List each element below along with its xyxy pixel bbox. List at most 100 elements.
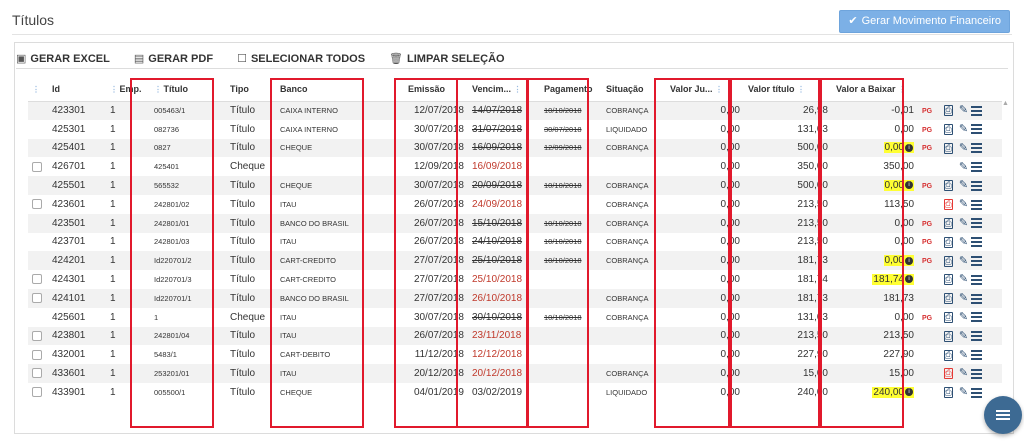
row-menu-icon[interactable] [970,235,982,249]
row-menu-icon[interactable] [970,329,982,343]
pdf-icon[interactable]: ⎙ [943,124,953,136]
row-menu-icon[interactable] [970,122,982,136]
edit-icon[interactable]: ✎ [959,386,968,398]
row-select-cell[interactable] [28,364,48,383]
pg-badge[interactable]: PG [922,221,932,228]
row-checkbox[interactable] [32,293,42,304]
table-row[interactable]: 425601 1 1 Cheque ITAU 30/07/2018 30/10/2018 10… [28,307,1003,327]
header-vencimento[interactable]: Vencim... ⋮ [468,77,540,102]
row-menu-icon[interactable] [970,292,982,306]
header-emissao[interactable]: Emissão [404,77,468,102]
pdf-icon[interactable]: ⎙ [943,255,953,267]
row-select-cell[interactable] [28,307,48,327]
edit-icon[interactable]: ✎ [959,236,968,248]
row-select-cell[interactable] [28,176,48,195]
row-select-cell[interactable] [28,270,48,289]
pdf-icon[interactable]: ⎙ [943,218,953,229]
header-situacao[interactable]: Situação [602,77,666,102]
info-icon[interactable]: i [905,256,913,265]
header-valor-juros[interactable]: Valor Ju... ⋮ [666,77,744,102]
row-select-cell[interactable] [28,101,48,120]
row-menu-icon[interactable] [970,160,982,174]
pdf-icon[interactable]: ⎙ [943,349,953,361]
pdf-icon[interactable]: ⎙ [943,330,953,342]
row-checkbox[interactable] [32,368,42,379]
edit-icon[interactable]: ✎ [959,142,968,154]
row-select-cell[interactable] [28,251,48,271]
table-row[interactable]: 433901 1 005500/1 Título CHEQUE 04/01/2019 03/… [28,382,1003,402]
table-row[interactable]: 425301 1 082736 Título CAIXA INTERNO 30/07/20… [28,119,1003,139]
edit-icon[interactable]: ✎ [959,367,968,379]
pdf-icon[interactable]: ⎙ [943,274,953,286]
edit-icon[interactable]: ✎ [959,161,968,173]
row-menu-icon[interactable] [970,179,982,193]
row-menu-icon[interactable] [970,216,982,230]
edit-icon[interactable]: ✎ [959,123,968,135]
table-row[interactable]: 424301 1 Id220701/3 Título CART-CREDITO 27/07… [28,270,1003,289]
export-pdf-button[interactable]: ▤ GERAR PDF [134,52,213,66]
clear-selection-button[interactable]: 🗑 LIMPAR SELEÇÃO [389,52,505,66]
info-icon[interactable]: i [905,143,913,152]
row-checkbox[interactable] [32,349,42,360]
edit-icon[interactable]: ✎ [959,104,968,116]
row-menu-icon[interactable] [970,348,982,362]
row-menu-icon[interactable] [970,141,982,155]
row-menu-icon[interactable] [970,254,982,268]
table-row[interactable]: 423301 1 005463/1 Título CAIXA INTERNO 12/07/… [28,101,1003,120]
row-select-cell[interactable] [28,138,48,158]
row-checkbox[interactable] [32,199,42,210]
row-select-cell[interactable] [28,232,48,252]
edit-icon[interactable]: ✎ [959,179,968,191]
table-row[interactable]: 425501 1 565532 Título CHEQUE 30/07/2018 20/09… [28,176,1003,195]
row-select-cell[interactable] [28,345,48,365]
edit-icon[interactable]: ✎ [959,273,968,285]
table-row[interactable]: 433601 1 253201/01 Título ITAU 20/12/2018 20/1… [28,364,1003,383]
header-pagamento[interactable]: Pagamento [540,77,602,102]
row-select-cell[interactable] [28,288,48,308]
edit-icon[interactable]: ✎ [959,198,968,210]
floating-menu-button[interactable] [984,396,1022,434]
pdf-icon[interactable]: ⎙ [943,293,953,305]
pdf-icon[interactable]: ⎙ [943,311,953,323]
pg-badge[interactable]: PG [922,183,932,190]
row-select-cell[interactable] [28,194,48,214]
row-select-cell[interactable] [28,382,48,402]
scroll-up-icon[interactable]: ▲ [1002,100,1009,107]
header-banco[interactable]: Banco [276,77,404,102]
info-icon[interactable]: i [905,181,913,190]
header-valor-titulo[interactable]: Valor título ⋮ [744,77,832,102]
edit-icon[interactable]: ✎ [959,311,968,323]
pdf-icon[interactable]: ⎙ [943,142,953,154]
header-titulo[interactable]: ⋮ Título [150,77,226,102]
row-checkbox[interactable] [32,161,42,172]
table-row[interactable]: 424201 1 Id220701/2 Título CART-CREDITO 27/07… [28,251,1003,271]
export-excel-button[interactable]: ▣ GERAR EXCEL [16,52,110,66]
row-menu-icon[interactable] [970,367,982,381]
row-checkbox[interactable] [32,274,42,285]
header-valor-baixar[interactable]: Valor a Baixar ⋮ [832,77,918,102]
pdf-icon[interactable]: ⎙ [943,105,953,117]
table-scrollbar[interactable]: ▲ [1002,100,1010,430]
row-menu-icon[interactable] [970,386,982,400]
row-menu-icon[interactable] [970,104,982,118]
pg-badge[interactable]: PG [922,258,932,265]
table-row[interactable]: 423701 1 242801/03 Título ITAU 26/07/2018 24/1… [28,232,1003,252]
edit-icon[interactable]: ✎ [959,292,968,304]
table-row[interactable]: 424101 1 Id220701/1 Título BANCO DO BRASIL 27… [28,288,1003,308]
edit-icon[interactable]: ✎ [959,217,968,229]
row-menu-icon[interactable] [970,273,982,287]
header-id[interactable]: Id [48,77,106,102]
pg-badge[interactable]: PG [922,145,932,152]
pdf-icon[interactable]: ⎙ [943,180,953,192]
table-row[interactable]: 423601 1 242801/02 Título ITAU 26/07/2018 24/0… [28,194,1003,214]
table-row[interactable]: 423801 1 242801/04 Título ITAU 26/07/2018 23/1… [28,326,1003,346]
pdf-icon[interactable]: ⎙ [943,199,953,211]
row-checkbox[interactable] [32,330,42,341]
header-tipo[interactable]: Tipo [226,77,276,102]
edit-icon[interactable]: ✎ [959,349,968,361]
pg-badge[interactable]: PG [922,239,932,246]
pg-badge[interactable]: PG [922,315,932,322]
generate-financial-movement-button[interactable]: ✔ Gerar Movimento Financeiro [839,10,1010,33]
table-row[interactable]: 426701 1 425401 Cheque 12/09/2018 16/09/2018 0… [28,157,1003,177]
info-icon[interactable]: i [905,275,913,284]
